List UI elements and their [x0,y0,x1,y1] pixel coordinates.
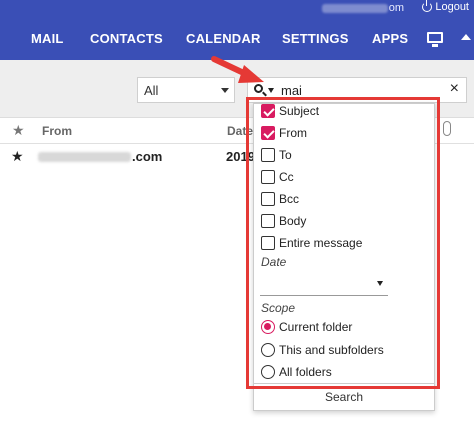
nav-settings[interactable]: SETTINGS [282,31,349,46]
nav-calendar[interactable]: CALENDAR [186,31,261,46]
radio-selected[interactable] [261,320,275,334]
logout-button[interactable]: Logout [422,0,469,13]
search-options-caret-icon[interactable] [268,88,274,93]
paperclip-icon[interactable] [443,121,451,136]
option-cc[interactable]: Cc [261,170,294,184]
message-date: 2019 [226,149,255,164]
star-icon[interactable]: ★ [11,148,24,165]
date-label: Date [261,255,287,269]
option-body[interactable]: Body [261,214,306,228]
column-from[interactable]: From [42,124,72,138]
checkbox[interactable] [261,192,275,206]
date-select[interactable] [260,274,388,296]
scope-all-folders[interactable]: All folders [261,365,332,379]
checkbox-checked[interactable] [261,126,275,140]
option-entire-message[interactable]: Entire message [261,236,362,250]
radio[interactable] [261,365,275,379]
sender-domain: .com [132,149,163,164]
radio[interactable] [261,343,275,357]
option-to[interactable]: To [261,148,292,162]
divider [254,383,434,384]
scope-current-folder[interactable]: Current folder [261,320,352,334]
search-input[interactable]: mai × [247,77,467,103]
dropdown-arrow-icon [377,281,383,286]
option-bcc[interactable]: Bcc [261,192,299,206]
search-button[interactable]: Search [254,387,434,409]
checkbox[interactable] [261,170,275,184]
checkbox[interactable] [261,236,275,250]
checkbox-checked[interactable] [261,104,275,118]
search-value[interactable]: mai [281,83,302,98]
nav-mail[interactable]: MAIL [31,31,64,46]
nav-contacts[interactable]: CONTACTS [90,31,163,46]
column-date[interactable]: Date [227,124,253,138]
annotation-arrow [211,56,264,83]
monitor-icon[interactable] [427,32,443,47]
caret-up-icon[interactable] [461,34,471,40]
redacted-email [321,3,388,13]
scope-label: Scope [261,301,296,315]
checkbox[interactable] [261,148,275,162]
star-icon[interactable]: ★ [12,122,25,139]
account-email: om [321,2,404,14]
clear-search-icon[interactable]: × [450,81,459,97]
nav-apps[interactable]: APPS [372,31,408,46]
option-from[interactable]: From [261,126,307,140]
option-subject[interactable]: Subject [261,104,319,118]
redacted-sender [38,152,131,162]
power-icon [422,0,433,12]
checkbox[interactable] [261,214,275,228]
scope-this-and-subfolders[interactable]: This and subfolders [261,343,384,357]
